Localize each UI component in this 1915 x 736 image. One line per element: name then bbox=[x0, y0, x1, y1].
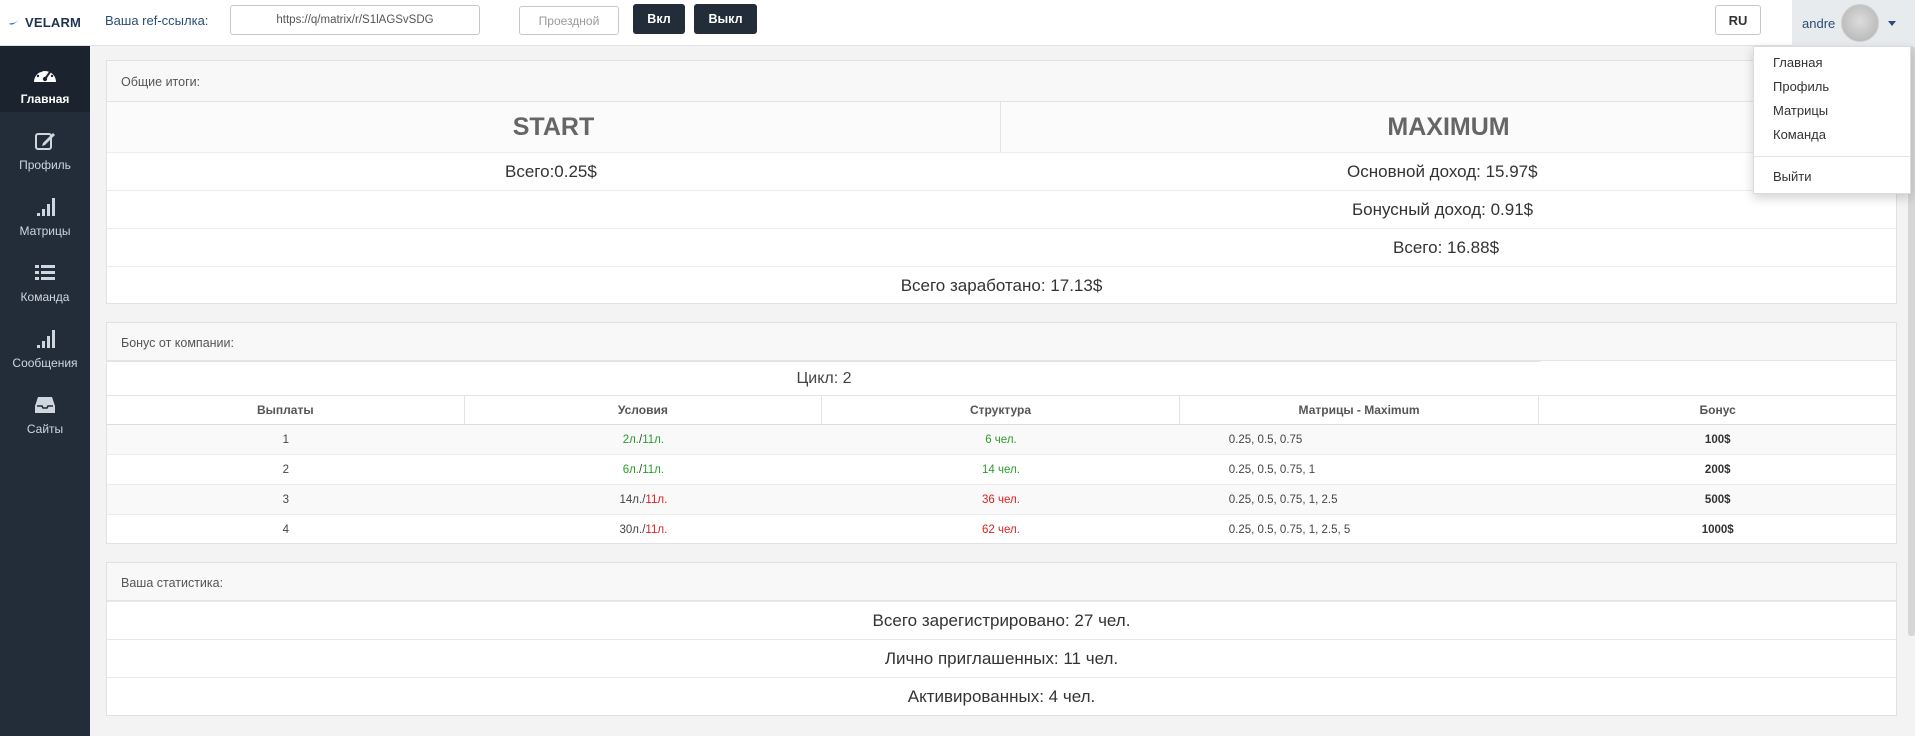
matrices-cell: 0.25, 0.5, 0.75, 1, 2.5 bbox=[1228, 493, 1338, 506]
condition-personal: 14л. bbox=[619, 493, 643, 506]
column-header: Бонус bbox=[1699, 403, 1736, 417]
language-button[interactable]: RU bbox=[1715, 5, 1761, 35]
dropdown-item-logout[interactable]: Выйти bbox=[1773, 169, 1812, 184]
table-row: 1 2л./11л. 6 чел. 0.25, 0.5, 0.75 100$ bbox=[107, 425, 1896, 455]
condition-personal: 6л. bbox=[622, 463, 640, 476]
sidebar-item-label: Команда bbox=[20, 290, 70, 304]
sidebar-item-messages[interactable]: Сообщения bbox=[0, 310, 90, 376]
bonus-cell: 1000$ bbox=[1701, 524, 1734, 536]
logo-swoosh-icon bbox=[8, 16, 22, 25]
ref-link-label: Ваша ref-ссылка: bbox=[105, 13, 209, 28]
bonus-heading: Бонус от компании: bbox=[107, 323, 1896, 361]
max-total: Всего: 16.88$ bbox=[1393, 238, 1500, 257]
condition-personal: 2л. bbox=[622, 433, 640, 446]
column-header: Матрицы - Maximum bbox=[1180, 396, 1540, 424]
column-header: Структура bbox=[822, 396, 1180, 424]
table-row: 3 14л./11л. 36 чел. 0.25, 0.5, 0.75, 1, … bbox=[107, 485, 1896, 515]
grand-total: Всего заработано: 17.13$ bbox=[900, 275, 1103, 295]
sidebar-item-label: Профиль bbox=[19, 158, 71, 172]
dropdown-divider bbox=[1754, 156, 1910, 157]
stat-invited: Лично приглашенных: 11 чел. bbox=[107, 639, 1896, 677]
bonus-cell: 200$ bbox=[1704, 463, 1731, 476]
totals-row: Всего заработано: 17.13$ bbox=[107, 266, 1896, 304]
payout-number: 3 bbox=[282, 493, 289, 506]
table-row: 2 6л./11л. 14 чел. 0.25, 0.5, 0.75, 1 20… bbox=[107, 455, 1896, 485]
signal-bars-icon bbox=[37, 330, 55, 348]
structure-cell: 14 чел. bbox=[982, 463, 1020, 476]
user-dropdown-menu: Главная Профиль Матрицы Команда Выйти bbox=[1753, 46, 1911, 194]
max-bonus-income: Бонусный доход: 0.91$ bbox=[1352, 200, 1534, 219]
totals-row: Бонусный доход: 0.91$ bbox=[107, 190, 1896, 228]
sidebar: Главная Профиль Матрицы Команда Сообщени… bbox=[0, 46, 90, 736]
sidebar-item-matrices[interactable]: Матрицы bbox=[0, 178, 90, 244]
edit-icon bbox=[35, 133, 55, 150]
condition-personal: 30л. bbox=[619, 524, 643, 536]
start-total: Всего:0.25$ bbox=[505, 162, 597, 181]
sidebar-item-sites[interactable]: Сайты bbox=[0, 376, 90, 442]
signal-bars-icon bbox=[37, 198, 55, 216]
bonus-panel: Бонус от компании: Цикл: 2 Выплаты Услов… bbox=[106, 322, 1897, 544]
stat-activated: Активированных: 4 чел. bbox=[107, 677, 1896, 715]
cycle-label: Цикл: 2 bbox=[107, 361, 1541, 395]
column-header: Выплаты bbox=[107, 396, 465, 424]
matrices-cell: 0.25, 0.5, 0.75 bbox=[1228, 433, 1303, 446]
conditions-cell: 2л./11л. bbox=[622, 433, 665, 446]
sidebar-item-label: Матрицы bbox=[19, 224, 71, 238]
dropdown-item-matrices[interactable]: Матрицы bbox=[1773, 103, 1828, 118]
sidebar-item-profile[interactable]: Профиль bbox=[0, 112, 90, 178]
max-main-income: Основной доход: 15.97$ bbox=[1347, 162, 1538, 181]
column-header: Условия bbox=[465, 396, 823, 424]
conditions-cell: 14л./11л. bbox=[619, 493, 668, 506]
condition-required: 11л. bbox=[645, 493, 668, 506]
dashboard-icon bbox=[34, 67, 56, 82]
user-name: andre bbox=[1802, 15, 1836, 31]
totals-heading: Общие итоги: bbox=[107, 61, 1896, 102]
on-button[interactable]: Вкл bbox=[633, 4, 685, 34]
conditions-cell: 30л./11л. bbox=[619, 524, 668, 536]
top-bar: VELARM Ваша ref-ссылка: Проездной Вкл Вы… bbox=[0, 0, 1915, 46]
dropdown-item-home[interactable]: Главная bbox=[1773, 55, 1822, 70]
bonus-cell: 500$ bbox=[1704, 493, 1731, 506]
inbox-icon bbox=[35, 397, 55, 413]
structure-cell: 6 чел. bbox=[985, 433, 1017, 446]
sidebar-item-label: Сообщения bbox=[12, 356, 78, 370]
structure-cell: 36 чел. bbox=[982, 493, 1020, 506]
ref-link-input[interactable] bbox=[230, 5, 480, 35]
caret-down-icon bbox=[1888, 20, 1897, 26]
totals-row: Всего: 16.88$ bbox=[107, 228, 1896, 266]
stats-panel: Ваша статистика: Всего зарегистрировано:… bbox=[106, 562, 1897, 716]
sidebar-item-team[interactable]: Команда bbox=[0, 244, 90, 310]
matrices-cell: 0.25, 0.5, 0.75, 1 bbox=[1228, 463, 1316, 476]
avatar bbox=[1841, 4, 1880, 42]
structure-cell: 62 чел. bbox=[982, 524, 1020, 536]
dropdown-item-team[interactable]: Команда bbox=[1773, 127, 1826, 142]
condition-required: 11л. bbox=[645, 524, 668, 536]
start-title: START bbox=[107, 102, 1001, 152]
bonus-table-header: Выплаты Условия Структура Матрицы - Maxi… bbox=[107, 395, 1896, 425]
condition-required: 11л. bbox=[642, 463, 665, 476]
dropdown-item-profile[interactable]: Профиль bbox=[1773, 79, 1829, 94]
brand-name: VELARM bbox=[25, 14, 82, 30]
user-menu-toggle[interactable]: andre bbox=[1792, 0, 1915, 46]
stats-heading: Ваша статистика: bbox=[107, 563, 1896, 601]
sidebar-item-label: Главная bbox=[20, 92, 70, 106]
condition-required: 11л. bbox=[642, 433, 665, 446]
payout-number: 1 bbox=[282, 433, 289, 446]
conditions-cell: 6л./11л. bbox=[622, 463, 665, 476]
totals-row: Всего:0.25$ Основной доход: 15.97$ bbox=[107, 152, 1896, 190]
list-icon bbox=[35, 265, 55, 280]
matrices-cell: 0.25, 0.5, 0.75, 1, 2.5, 5 bbox=[1228, 524, 1351, 536]
totals-panel: Общие итоги: START MAXIMUM Всего:0.25$ О… bbox=[106, 60, 1897, 304]
bonus-cell: 100$ bbox=[1704, 433, 1731, 446]
pass-button[interactable]: Проездной bbox=[519, 6, 619, 35]
table-row: 4 30л./11л. 62 чел. 0.25, 0.5, 0.75, 1, … bbox=[107, 515, 1896, 545]
payout-number: 2 bbox=[282, 463, 289, 476]
payout-number: 4 bbox=[282, 524, 289, 536]
off-button[interactable]: Выкл bbox=[694, 4, 757, 34]
sidebar-item-label: Сайты bbox=[26, 422, 64, 436]
sidebar-item-home[interactable]: Главная bbox=[0, 46, 90, 112]
stat-registered: Всего зарегистрировано: 27 чел. bbox=[107, 601, 1896, 639]
brand-logo[interactable]: VELARM bbox=[8, 10, 90, 34]
